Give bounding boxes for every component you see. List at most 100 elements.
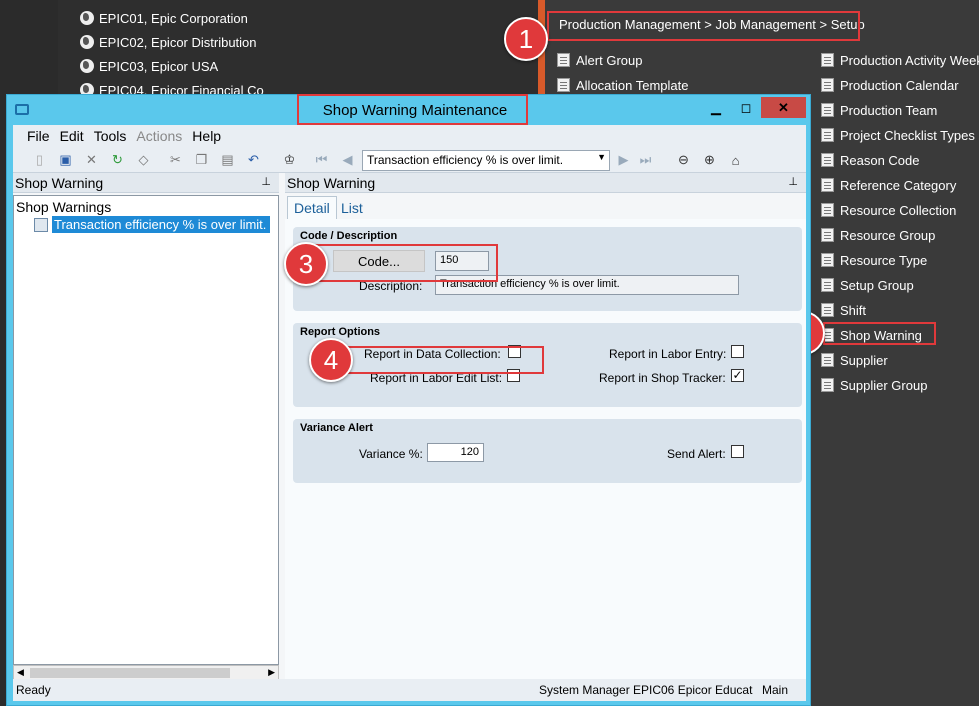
forward-icon[interactable]: ⊕ <box>701 152 718 168</box>
menu-item-shift[interactable]: Shift <box>821 299 866 321</box>
status-plant: Main <box>762 683 789 697</box>
labor-entry-label: Report in Labor Entry: <box>609 347 727 361</box>
cut-icon[interactable]: ✂ <box>167 152 184 168</box>
undo-icon[interactable]: ↶ <box>245 152 262 168</box>
new-icon[interactable]: ▯ <box>31 152 48 168</box>
back-icon[interactable]: ⊖ <box>675 152 692 168</box>
first-record-icon[interactable]: ⏮ <box>313 152 330 168</box>
status-company: EPIC06 Epicor Education <box>633 683 753 697</box>
menu-item-project-checklist-types[interactable]: Project Checklist Types <box>821 124 975 146</box>
shop-warning-window: Shop Warning Maintenance ▁ ◻ ✕ File Edit… <box>6 94 811 706</box>
company-item-epic03[interactable]: EPIC03, Epicor USA <box>80 55 218 77</box>
document-icon <box>821 78 834 92</box>
menu-item-resource-type[interactable]: Resource Type <box>821 249 927 271</box>
menu-item-label: Project Checklist Types <box>840 127 975 143</box>
menu-item-reason-code[interactable]: Reason Code <box>821 149 920 171</box>
scrollbar-thumb[interactable] <box>30 668 230 678</box>
menu-item-supplier-group[interactable]: Supplier Group <box>821 374 927 396</box>
menu-item-setup-group[interactable]: Setup Group <box>821 274 914 296</box>
home-icon[interactable]: ⌂ <box>727 152 744 168</box>
company-item-epic01[interactable]: EPIC01, Epic Corporation <box>80 7 248 29</box>
document-icon <box>821 103 834 117</box>
menu-tools[interactable]: Tools <box>94 128 127 144</box>
status-bar: Ready System Manager EPIC06 Epicor Educa… <box>13 679 806 701</box>
record-navigator[interactable]: Transaction efficiency % is over limit. … <box>362 150 610 171</box>
tree-pane-title: Shop Warning <box>15 174 104 191</box>
record-navigator-value: Transaction efficiency % is over limit. <box>367 153 564 167</box>
next-record-icon[interactable]: ▶ <box>615 152 632 168</box>
menu-item-production-calendar[interactable]: Production Calendar <box>821 74 959 96</box>
callout-box-title <box>297 94 528 125</box>
last-record-icon[interactable]: ⏭ <box>637 152 654 168</box>
clear-icon[interactable]: ◇ <box>135 152 152 168</box>
tab-list[interactable]: List <box>335 196 369 219</box>
company-label: EPIC02, Epicor Distribution <box>99 34 257 50</box>
tree-node-shop-warning[interactable]: Transaction efficiency % is over limit. <box>34 216 270 233</box>
detail-content: Code / Description Code... 150 Descripti… <box>285 219 806 679</box>
labor-entry-checkbox[interactable] <box>731 345 744 358</box>
tree-node-label: Transaction efficiency % is over limit. <box>52 216 270 233</box>
group-title: Code / Description <box>300 230 398 242</box>
maximize-button[interactable]: ◻ <box>733 97 759 118</box>
menu-item-alert-group[interactable]: Alert Group <box>557 49 642 71</box>
copy-icon[interactable]: ❐ <box>193 152 210 168</box>
shop-tracker-checkbox[interactable]: ✓ <box>731 369 744 382</box>
chevron-down-icon[interactable]: ▼ <box>597 152 606 162</box>
menu-bar: File Edit Tools Actions Help <box>13 125 806 147</box>
menu-item-resource-collection[interactable]: Resource Collection <box>821 199 956 221</box>
refresh-icon[interactable]: ↻ <box>109 152 126 168</box>
document-icon <box>821 378 834 392</box>
tree-root[interactable]: Shop Warnings <box>16 199 111 215</box>
delete-icon[interactable]: ✕ <box>83 152 100 168</box>
paste-icon[interactable]: ▤ <box>219 152 236 168</box>
scroll-right-icon[interactable]: ▶ <box>268 667 275 678</box>
menu-actions[interactable]: Actions <box>136 128 182 144</box>
send-alert-checkbox[interactable] <box>731 445 744 458</box>
menu-item-label: Reference Category <box>840 177 957 193</box>
menu-item-production-activity-week[interactable]: Production Activity Week <box>821 49 979 71</box>
detail-pane-header: Shop Warning ⊥ <box>285 173 806 193</box>
search-icon[interactable]: ♔ <box>281 152 298 168</box>
document-icon <box>821 178 834 192</box>
close-button[interactable]: ✕ <box>761 97 806 118</box>
menu-file[interactable]: File <box>27 128 50 144</box>
menu-item-label: Allocation Template <box>576 77 689 93</box>
minimize-button[interactable]: ▁ <box>703 97 729 118</box>
menu-item-production-team[interactable]: Production Team <box>821 99 937 121</box>
document-icon <box>821 353 834 367</box>
app-icon <box>15 104 29 115</box>
pin-icon[interactable]: ⊥ <box>261 175 271 188</box>
scroll-left-icon[interactable]: ◀ <box>17 667 24 678</box>
menu-item-label: Shift <box>840 302 867 318</box>
pin-icon[interactable]: ⊥ <box>788 175 798 188</box>
menu-item-label: Reason Code <box>840 152 920 168</box>
tree-pane-header: Shop Warning ⊥ <box>13 173 279 193</box>
shop-tracker-label: Report in Shop Tracker: <box>599 371 726 385</box>
menu-edit[interactable]: Edit <box>60 128 84 144</box>
menu-item-resource-group[interactable]: Resource Group <box>821 224 935 246</box>
company-item-epic02[interactable]: EPIC02, Epicor Distribution <box>80 31 257 53</box>
callout-box-1 <box>547 11 860 41</box>
save-icon[interactable]: ▣ <box>57 152 74 168</box>
send-alert-label: Send Alert: <box>667 447 726 461</box>
menu-item-reference-category[interactable]: Reference Category <box>821 174 956 196</box>
menu-item-label: Setup Group <box>840 277 914 293</box>
tree-view[interactable]: Shop Warnings Transaction efficiency % i… <box>13 195 279 665</box>
menu-item-label: Resource Collection <box>840 202 957 218</box>
menu-item-label: Resource Group <box>840 227 936 243</box>
variance-alert-group: Variance Alert Variance %: 120 Send Aler… <box>293 419 802 483</box>
status-ready: Ready <box>16 683 51 697</box>
variance-field[interactable]: 120 <box>427 443 484 462</box>
document-icon <box>821 253 834 267</box>
tab-detail[interactable]: Detail <box>287 196 337 219</box>
menu-item-allocation-template[interactable]: Allocation Template <box>557 74 689 96</box>
document-icon <box>821 153 834 167</box>
detail-pane-title: Shop Warning <box>287 174 376 191</box>
tree-pane: Shop Warning ⊥ Shop Warnings Transaction… <box>13 173 279 681</box>
document-icon <box>821 53 834 67</box>
previous-record-icon[interactable]: ◀ <box>339 152 356 168</box>
menu-help[interactable]: Help <box>192 128 221 144</box>
company-label: EPIC01, Epic Corporation <box>99 10 248 26</box>
window-body: File Edit Tools Actions Help ▯ ▣ ✕ ↻ ◇ ✂… <box>13 125 806 701</box>
menu-item-supplier[interactable]: Supplier <box>821 349 888 371</box>
